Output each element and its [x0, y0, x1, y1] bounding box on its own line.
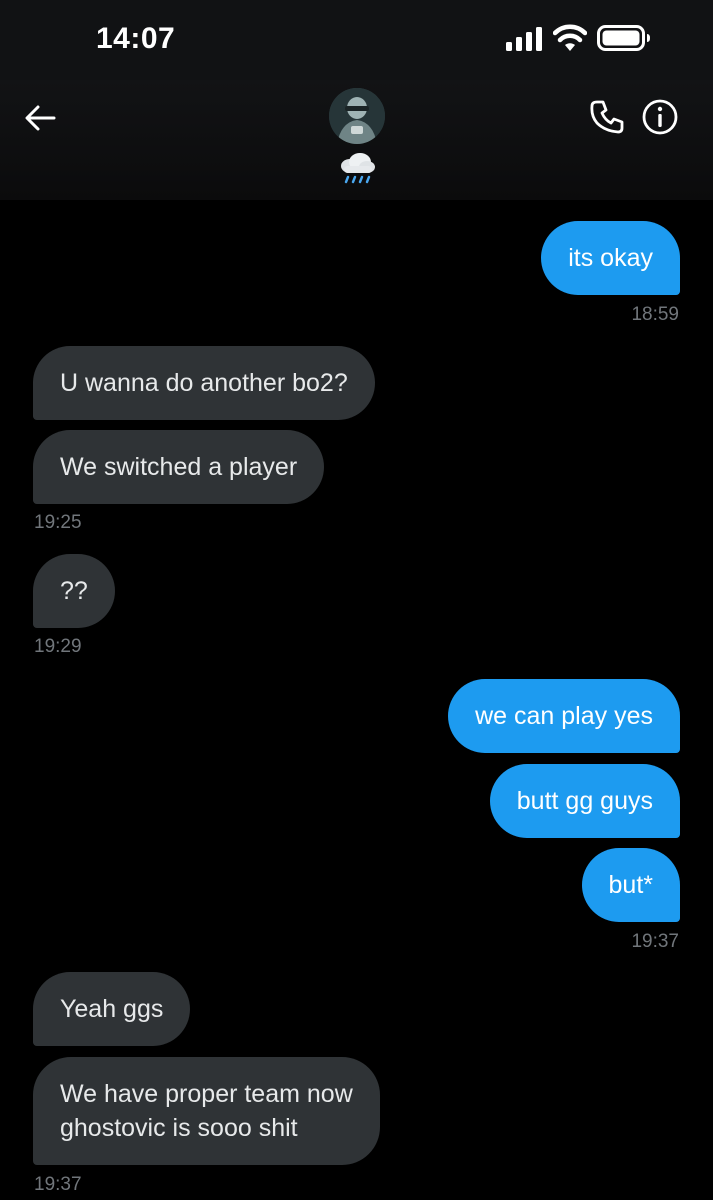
outgoing-message[interactable]: we can play yes — [448, 679, 680, 753]
incoming-message[interactable]: We have proper team now ghostovic is soo… — [33, 1057, 380, 1165]
message-timestamp: 19:25 — [34, 512, 82, 533]
outgoing-message[interactable]: but* — [581, 848, 680, 922]
status-bar: 14:07 — [0, 0, 713, 80]
message-text: Yeah ggs — [60, 995, 164, 1023]
contact-avatar[interactable] — [329, 88, 385, 144]
wifi-icon — [553, 24, 587, 51]
conversation-header — [0, 80, 713, 200]
message-text: We switched a player — [60, 453, 298, 481]
message-timestamp: 19:29 — [34, 636, 82, 657]
message-text: but* — [608, 871, 653, 899]
outgoing-message[interactable]: butt gg guys — [489, 764, 680, 838]
cellular-signal-icon — [506, 27, 542, 51]
incoming-message[interactable]: Yeah ggs — [33, 972, 191, 1046]
rain-cloud-icon — [341, 153, 375, 184]
incoming-message[interactable]: We switched a player — [33, 430, 325, 504]
message-timestamp: 19:37 — [34, 1174, 82, 1195]
message-text: U wanna do another bo2? — [60, 369, 348, 397]
info-icon[interactable] — [641, 98, 679, 136]
message-text-line: We have proper team now — [60, 1080, 353, 1108]
incoming-message[interactable]: ?? — [33, 554, 115, 628]
avatar-image — [329, 88, 385, 144]
message-text: ?? — [60, 577, 88, 605]
message-text-line: ghostovic is sooo shit — [60, 1114, 298, 1142]
status-time: 14:07 — [96, 22, 176, 55]
message-text: we can play yes — [475, 702, 653, 730]
incoming-message[interactable]: U wanna do another bo2? — [33, 346, 375, 420]
message-timestamp: 18:59 — [631, 304, 679, 325]
message-text: butt gg guys — [516, 787, 653, 815]
battery-icon — [597, 25, 650, 51]
back-arrow-icon[interactable] — [22, 100, 58, 136]
outgoing-message[interactable]: its okay — [541, 221, 680, 295]
message-timestamp: 19:37 — [631, 931, 679, 952]
message-text: its okay — [568, 244, 653, 272]
phone-icon[interactable] — [588, 98, 626, 136]
